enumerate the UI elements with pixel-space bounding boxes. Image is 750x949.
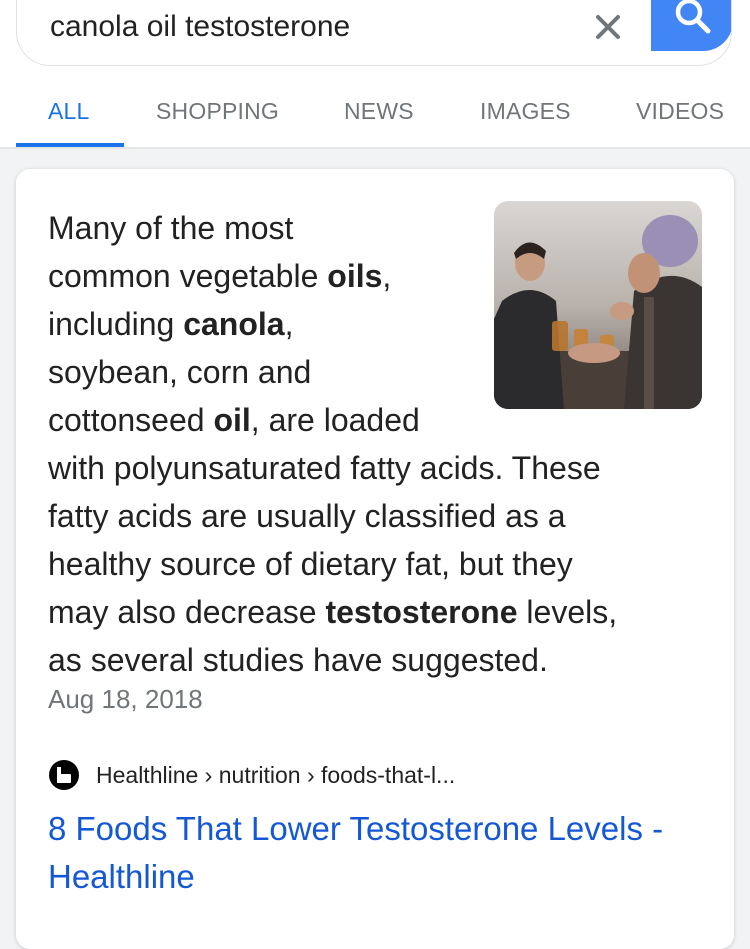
search-tabs: ALL SHOPPING NEWS IMAGES VIDEOS [0,90,750,147]
tab-news[interactable]: NEWS [344,98,414,125]
result-source[interactable]: Healthline › nutrition › foods-that-l... [48,759,455,791]
search-box[interactable]: canola oil testosterone [16,0,732,66]
tab-all[interactable]: ALL [48,98,90,125]
snippet-date: Aug 18, 2018 [48,684,203,714]
search-header: canola oil testosterone ALL SHOPPING NEW… [0,0,750,147]
result-breadcrumb: Healthline › nutrition › foods-that-l... [96,761,456,788]
tab-videos[interactable]: VIDEOS [636,98,724,125]
search-input[interactable]: canola oil testosterone [50,9,350,45]
result-title-link[interactable]: 8 Foods That Lower Testosterone Levels -… [48,805,718,901]
healthline-favicon-icon [49,760,79,790]
close-icon [596,15,620,39]
search-icon [675,0,711,34]
tab-images[interactable]: IMAGES [480,98,571,125]
featured-snippet-card: Many of the most common vegetable oils, … [16,169,734,949]
clear-search-button[interactable] [590,9,626,45]
snippet-text: Many of the most common vegetable oils, … [48,210,618,678]
search-button[interactable] [651,0,731,51]
header-divider [0,147,750,149]
tab-shopping[interactable]: SHOPPING [156,98,279,125]
